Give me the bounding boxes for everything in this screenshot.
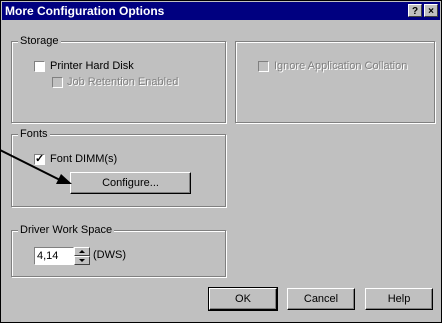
annotation-arrow xyxy=(0,149,72,184)
annotation-arrow-line xyxy=(0,149,61,181)
